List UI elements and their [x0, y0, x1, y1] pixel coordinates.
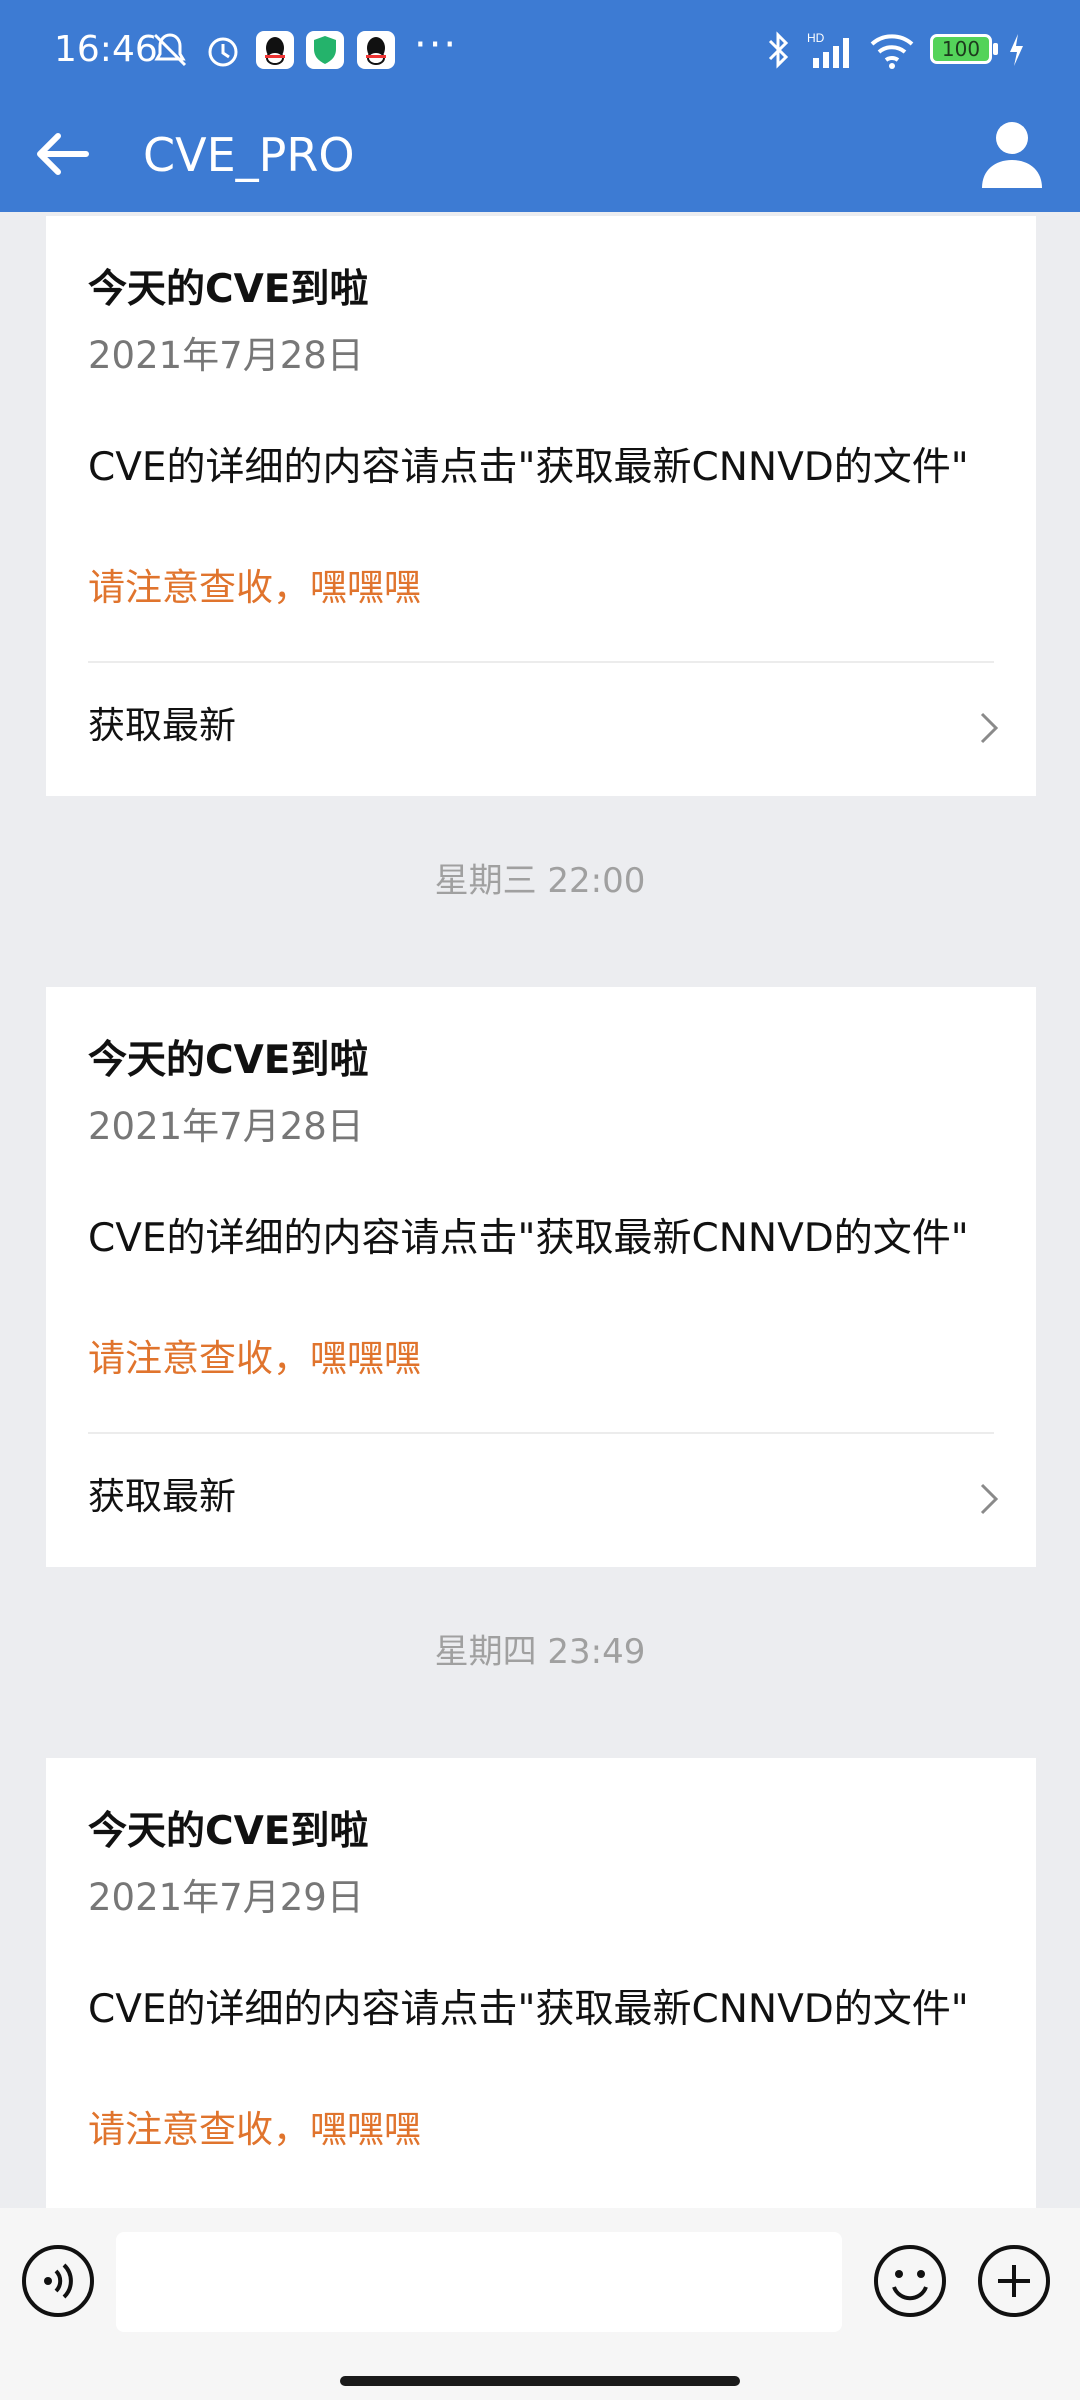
home-indicator[interactable]: [340, 2376, 740, 2386]
message-timestamp: 星期四 23:49: [434, 1632, 646, 1672]
message-card[interactable]: 今天的CVE到啦 2021年7月28日 CVE的详细的内容请点击"获取最新CNN…: [46, 987, 1036, 1567]
back-arrow-icon[interactable]: [30, 122, 94, 186]
emoji-icon[interactable]: [872, 2243, 948, 2319]
bluetooth-icon: [768, 31, 789, 69]
title-bar: CVE_PRO: [0, 100, 1080, 212]
input-bar: [0, 2208, 1080, 2400]
card-note: 请注意查收，嘿嘿嘿: [88, 2108, 421, 2151]
card-note: 请注意查收，嘿嘿嘿: [88, 1337, 421, 1380]
voice-icon[interactable]: [20, 2243, 96, 2319]
status-time: 16:46: [54, 29, 158, 70]
app-header: 16:46 ··· HD 100 CVE_PRO: [0, 0, 1080, 212]
get-latest-link[interactable]: 获取最新: [88, 700, 236, 752]
wifi-icon: [870, 34, 914, 69]
alarm-icon: [208, 37, 238, 67]
qq-icon: [357, 31, 395, 69]
battery-level: 100: [941, 37, 981, 61]
card-title: 今天的CVE到啦: [88, 267, 369, 312]
qq-icon: [256, 31, 294, 69]
person-icon[interactable]: [980, 118, 1044, 190]
more-dots-icon: ···: [414, 22, 459, 68]
svg-text:HD: HD: [807, 31, 825, 45]
card-date: 2021年7月28日: [88, 1105, 364, 1148]
card-body: CVE的详细的内容请点击"获取最新CNNVD的文件": [88, 445, 969, 490]
battery-icon: 100: [930, 34, 992, 64]
card-body: CVE的详细的内容请点击"获取最新CNNVD的文件": [88, 1987, 969, 2032]
status-bar: 16:46 ··· HD 100: [0, 0, 1080, 100]
message-card[interactable]: 今天的CVE到啦 2021年7月29日 CVE的详细的内容请点击"获取最新CNN…: [46, 1758, 1036, 2218]
message-card[interactable]: 今天的CVE到啦 2021年7月28日 CVE的详细的内容请点击"获取最新CNN…: [46, 216, 1036, 796]
card-divider: [88, 661, 994, 663]
battery-tip: [993, 43, 998, 55]
card-date: 2021年7月28日: [88, 334, 364, 377]
message-timestamp: 星期三 22:00: [434, 861, 646, 901]
hd-signal-icon: HD: [807, 31, 849, 68]
plus-icon[interactable]: [976, 2243, 1052, 2319]
chevron-right-icon: [980, 712, 999, 744]
chevron-right-icon: [980, 1483, 999, 1515]
chat-title: CVE_PRO: [143, 128, 355, 182]
mute-bell-icon: [153, 33, 187, 67]
charging-icon: [1010, 34, 1023, 66]
card-body: CVE的详细的内容请点击"获取最新CNNVD的文件": [88, 1216, 969, 1261]
message-input[interactable]: [116, 2232, 842, 2332]
card-date: 2021年7月29日: [88, 1876, 364, 1919]
get-latest-link[interactable]: 获取最新: [88, 1471, 236, 1523]
card-note: 请注意查收，嘿嘿嘿: [88, 566, 421, 609]
security-shield-icon: [306, 31, 344, 69]
card-title: 今天的CVE到啦: [88, 1809, 369, 1854]
card-divider: [88, 1432, 994, 1434]
card-title: 今天的CVE到啦: [88, 1038, 369, 1083]
